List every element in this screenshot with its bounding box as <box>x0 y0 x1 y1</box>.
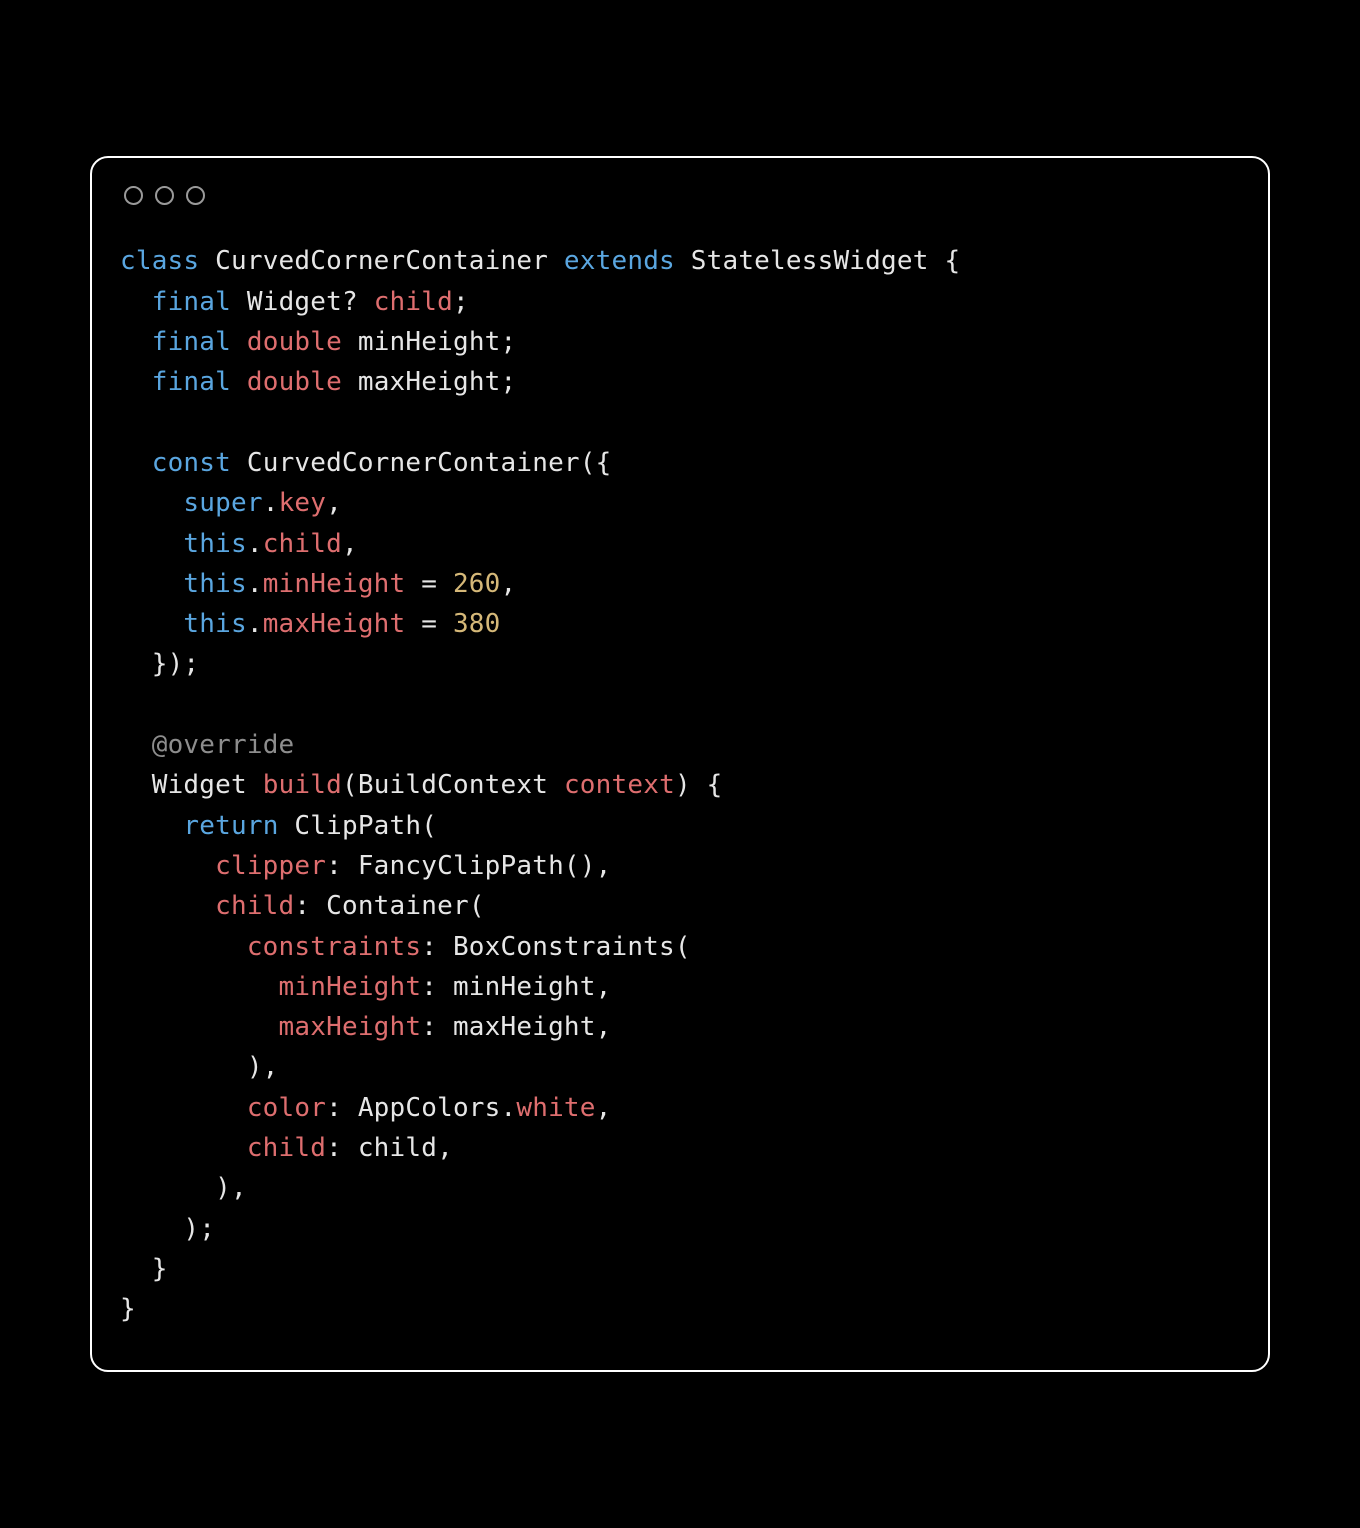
return-type-widget: Widget <box>152 770 247 800</box>
keyword-extends: extends <box>564 246 675 276</box>
dot: . <box>247 529 263 559</box>
code-window: class CurvedCornerContainer extends Stat… <box>90 156 1270 1371</box>
type-widget: Widget <box>247 287 342 317</box>
param-minheight: minHeight <box>263 569 406 599</box>
arg-minheight: minHeight <box>279 972 422 1002</box>
paren-open: ( <box>421 811 437 841</box>
colon: : <box>294 891 326 921</box>
colon: : <box>421 972 453 1002</box>
brace-open: { <box>944 246 960 276</box>
comma: , <box>596 1093 612 1123</box>
class-name: CurvedCornerContainer <box>215 246 548 276</box>
paren-open: ( <box>342 770 358 800</box>
literal-260: 260 <box>453 569 501 599</box>
comma: , <box>596 972 612 1002</box>
dot: . <box>247 569 263 599</box>
paren-close-semi: ); <box>183 1214 215 1244</box>
paren-brace: ) { <box>675 770 723 800</box>
comma: , <box>342 529 358 559</box>
paren-open: ( <box>469 891 485 921</box>
equals: = <box>405 609 453 639</box>
keyword-class: class <box>120 246 199 276</box>
param-child: child <box>263 529 342 559</box>
arg-constraints: constraints <box>247 932 421 962</box>
traffic-light-minimize-icon[interactable] <box>155 186 174 205</box>
field-child: child <box>374 287 453 317</box>
equals: = <box>405 569 453 599</box>
keyword-final: final <box>152 327 231 357</box>
keyword-this: this <box>183 609 246 639</box>
ref-appcolors: AppColors <box>358 1093 501 1123</box>
param-context: context <box>564 770 675 800</box>
call-fancyclippath: FancyClipPath <box>358 851 564 881</box>
type-double: double <box>247 367 342 397</box>
paren-close: ), <box>215 1173 247 1203</box>
ref-child: child <box>358 1133 437 1163</box>
semicolon: ; <box>453 287 469 317</box>
method-build: build <box>263 770 342 800</box>
arg-child: child <box>247 1133 326 1163</box>
literal-380: 380 <box>453 609 501 639</box>
nullable-mark: ? <box>342 287 358 317</box>
arg-child: child <box>215 891 294 921</box>
brace-close: } <box>120 1294 136 1324</box>
traffic-light-close-icon[interactable] <box>124 186 143 205</box>
traffic-light-zoom-icon[interactable] <box>186 186 205 205</box>
dot: . <box>247 609 263 639</box>
call-boxconstraints: BoxConstraints <box>453 932 675 962</box>
comma: , <box>437 1133 453 1163</box>
colon: : <box>326 851 358 881</box>
code-block: class CurvedCornerContainer extends Stat… <box>120 241 1240 1329</box>
keyword-this: this <box>183 529 246 559</box>
type-buildcontext: BuildContext <box>358 770 548 800</box>
field-maxheight: maxHeight <box>358 367 501 397</box>
param-maxheight: maxHeight <box>263 609 406 639</box>
constructor-name: CurvedCornerContainer <box>247 448 580 478</box>
param-key: key <box>279 488 327 518</box>
comma: , <box>501 569 517 599</box>
colon: : <box>421 1012 453 1042</box>
ref-white: white <box>516 1093 595 1123</box>
dot: . <box>501 1093 517 1123</box>
call-clippath: ClipPath <box>294 811 421 841</box>
call-container: Container <box>326 891 469 921</box>
field-minheight: minHeight <box>358 327 501 357</box>
ref-minheight: minHeight <box>453 972 596 1002</box>
keyword-return: return <box>183 811 278 841</box>
arg-clipper: clipper <box>215 851 326 881</box>
colon: : <box>326 1093 358 1123</box>
keyword-super: super <box>183 488 262 518</box>
semicolon: ; <box>501 327 517 357</box>
comma: , <box>596 1012 612 1042</box>
semicolon: ; <box>501 367 517 397</box>
keyword-final: final <box>152 367 231 397</box>
dot: . <box>263 488 279 518</box>
comma: , <box>326 488 342 518</box>
base-class: StatelessWidget <box>691 246 929 276</box>
keyword-final: final <box>152 287 231 317</box>
arg-maxheight: maxHeight <box>279 1012 422 1042</box>
annotation-override: @override <box>152 730 295 760</box>
call-close: (), <box>564 851 612 881</box>
window-traffic-lights <box>124 186 1240 205</box>
brace-close: } <box>152 1254 168 1284</box>
arg-color: color <box>247 1093 326 1123</box>
colon: : <box>326 1133 358 1163</box>
paren-brace-open: ({ <box>580 448 612 478</box>
type-double: double <box>247 327 342 357</box>
ref-maxheight: maxHeight <box>453 1012 596 1042</box>
colon: : <box>421 932 453 962</box>
keyword-this: this <box>183 569 246 599</box>
brace-paren-close: }); <box>152 649 200 679</box>
paren-open: ( <box>675 932 691 962</box>
keyword-const: const <box>152 448 231 478</box>
paren-close: ), <box>247 1052 279 1082</box>
